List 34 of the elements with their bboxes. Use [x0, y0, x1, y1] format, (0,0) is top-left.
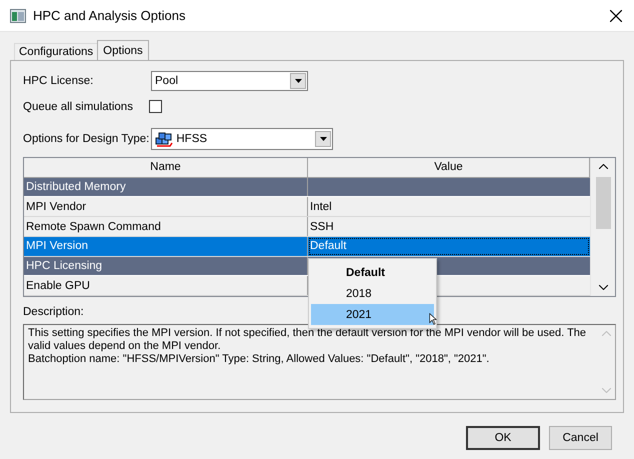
table-cell: Remote Spawn Command: [24, 217, 308, 236]
property-row[interactable]: MPI Vendor Intel: [24, 197, 590, 218]
scrollbar-thumb[interactable]: [596, 177, 610, 229]
table-cell: Default: [308, 236, 590, 256]
cancel-button[interactable]: Cancel: [549, 426, 612, 450]
checkbox[interactable]: [149, 100, 162, 113]
window-title: HPC and Analysis Options: [33, 8, 186, 23]
table-cell: Distributed Memory: [24, 178, 308, 196]
app-icon: [10, 8, 26, 22]
description-text: This setting specifies the MPI version. If not specified, then the default version for the MPI vendor will be used. The valid values depend on the MPI vendor. Batchoption name: "HFSS/MPIVersion" Type: String, Allowed Values: "Default", "2018", "2021".: [27, 326, 588, 367]
tab[interactable]: Configurations: [14, 43, 98, 60]
field-label: Queue all simulations: [23, 100, 134, 112]
ok-button[interactable]: OK: [466, 426, 540, 450]
caret-icon: [294, 79, 302, 83]
tab[interactable]: Options: [97, 40, 149, 61]
field-label: HPC License:: [23, 75, 94, 87]
scroll-up-icon[interactable]: [598, 164, 608, 169]
dropdown-option[interactable]: 2021: [311, 304, 434, 325]
table-cell: MPI Vendor: [24, 197, 308, 216]
category-row[interactable]: Distributed Memory: [24, 178, 590, 198]
table-cell-text: SSH: [309, 220, 335, 234]
field-label: Description:: [23, 306, 84, 318]
property-row[interactable]: Remote Spawn Command SSH: [24, 217, 590, 237]
close-icon[interactable]: [610, 10, 622, 22]
design-type-dropdown[interactable]: HFSS: [151, 128, 334, 150]
pointer-cursor-icon: [429, 313, 437, 325]
cubes-icon: [155, 132, 174, 146]
scroll-down-icon[interactable]: [598, 285, 608, 290]
table-cell-text: Intel: [309, 200, 333, 215]
table-cell: MPI Version: [24, 236, 308, 256]
caret-icon: [320, 137, 327, 141]
property-row[interactable]: MPI Version Default: [24, 236, 590, 257]
license-dropdown[interactable]: Pool: [151, 71, 308, 91]
field-label: Options for Design Type:: [23, 133, 150, 145]
